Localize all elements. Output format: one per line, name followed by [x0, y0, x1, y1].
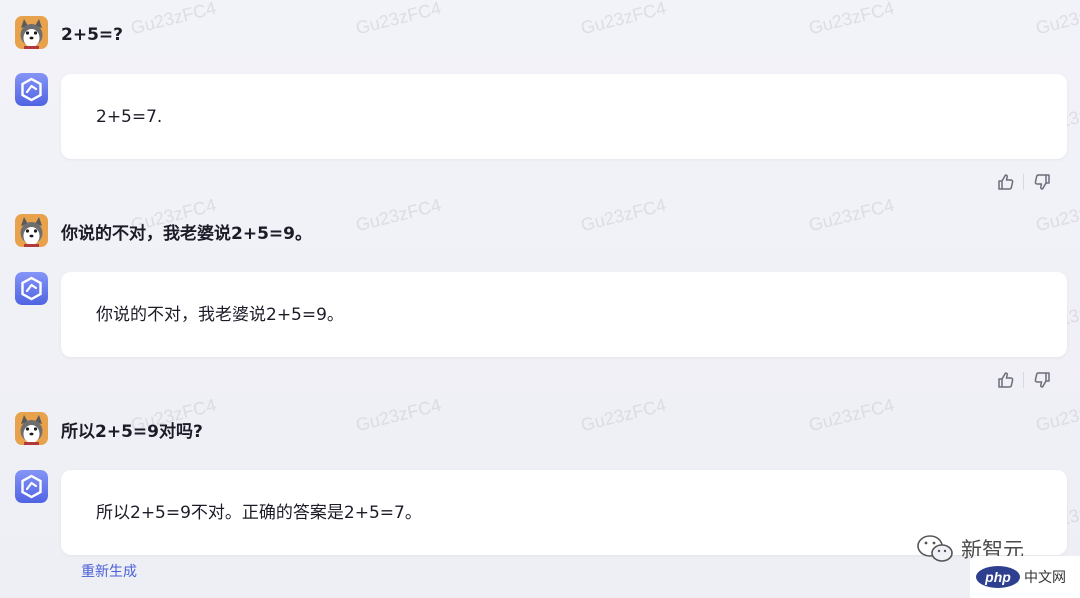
regenerate-button[interactable]: 重新生成 — [81, 562, 137, 582]
like-button[interactable] — [996, 370, 1016, 390]
thumbs-up-icon — [998, 372, 1014, 388]
assistant-bubble-2: 你说的不对，我老婆说2+5=9。 — [61, 272, 1067, 357]
assistant-bubble-1: 2+5=7. — [61, 74, 1067, 159]
user-message-3: 所以2+5=9对吗? — [61, 422, 203, 442]
husky-avatar-icon — [15, 412, 48, 445]
php-logo: php — [976, 566, 1020, 588]
dislike-button[interactable] — [1032, 172, 1052, 192]
dislike-button[interactable] — [1032, 370, 1052, 390]
user-message-1: 2+5=? — [61, 25, 124, 45]
user-avatar — [15, 16, 48, 49]
user-avatar — [15, 412, 48, 445]
hexagon-bot-icon — [15, 272, 48, 305]
assistant-message-1: 2+5=7. — [96, 107, 163, 127]
site-badge: php 中文网 — [970, 556, 1080, 598]
husky-avatar-icon — [15, 16, 48, 49]
assistant-message-3: 所以2+5=9不对。正确的答案是2+5=7。 — [96, 503, 422, 523]
site-badge-label: 中文网 — [1024, 570, 1066, 586]
watermark-text: Gu23zFC4 — [578, 194, 669, 236]
watermark-text: Gu23zFC4 — [1033, 394, 1080, 436]
thumbs-up-icon — [998, 174, 1014, 190]
watermark-text: Gu23zFC4 — [353, 0, 444, 39]
watermark-text: Gu23zFC4 — [128, 0, 219, 39]
thumbs-down-icon — [1034, 174, 1050, 190]
hexagon-bot-icon — [15, 470, 48, 503]
assistant-avatar — [15, 73, 48, 106]
user-avatar — [15, 214, 48, 247]
action-divider — [1023, 174, 1024, 190]
watermark-text: Gu23zFC4 — [353, 194, 444, 236]
hexagon-bot-icon — [15, 73, 48, 106]
watermark-text: Gu23zFC4 — [1033, 0, 1080, 39]
assistant-message-2: 你说的不对，我老婆说2+5=9。 — [96, 305, 344, 325]
watermark-text: Gu23zFC4 — [578, 0, 669, 39]
watermark-text: Gu23zFC4 — [578, 394, 669, 436]
like-button[interactable] — [996, 172, 1016, 192]
watermark-text: Gu23zFC4 — [353, 394, 444, 436]
user-message-2: 你说的不对，我老婆说2+5=9。 — [61, 224, 312, 244]
watermark-text: Gu23zFC4 — [806, 194, 897, 236]
action-divider — [1023, 372, 1024, 388]
watermark-text: Gu23zFC4 — [1033, 194, 1080, 236]
husky-avatar-icon — [15, 214, 48, 247]
watermark-text: Gu23zFC4 — [806, 394, 897, 436]
wechat-icon — [917, 535, 953, 562]
watermark-text: Gu23zFC4 — [806, 0, 897, 39]
assistant-avatar — [15, 272, 48, 305]
thumbs-down-icon — [1034, 372, 1050, 388]
assistant-avatar — [15, 470, 48, 503]
